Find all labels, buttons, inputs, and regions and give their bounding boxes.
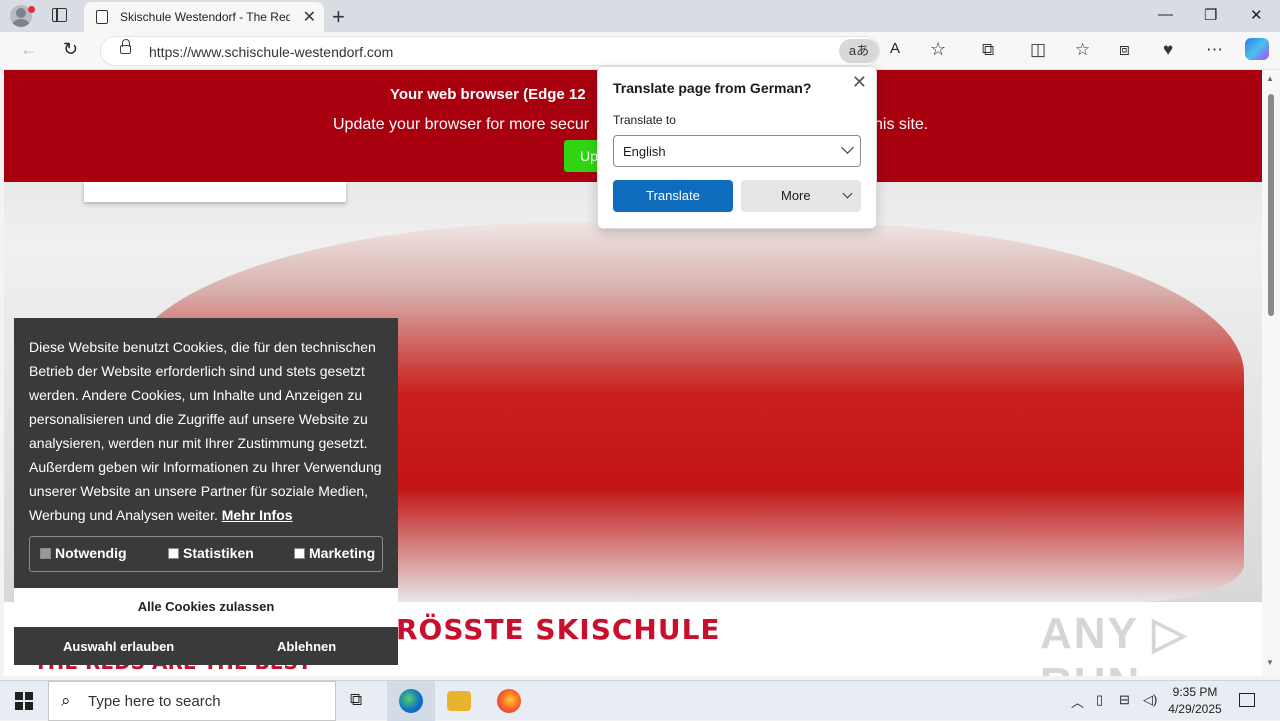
site-logo[interactable] <box>84 182 346 202</box>
copilot-icon[interactable] <box>1245 38 1269 60</box>
split-screen-icon[interactable]: ◫ <box>1030 40 1046 60</box>
task-view-icon[interactable]: ⧉ <box>350 690 362 710</box>
file-explorer-icon[interactable] <box>447 691 471 711</box>
cookie-button-row: Auswahl erlauben Ablehnen <box>14 627 398 665</box>
collections-icon[interactable]: ⧈ <box>1119 40 1130 60</box>
banner-message: Update your browser for more secur <box>333 116 590 133</box>
extensions-icon[interactable]: ⧉ <box>982 40 994 60</box>
cookie-consent-dialog: Diese Website benutzt Cookies, die für d… <box>14 318 398 588</box>
banner-message-end: his site. <box>874 116 929 133</box>
cookie-text-block: Diese Website benutzt Cookies, die für d… <box>29 335 389 527</box>
banner-title: Your web browser (Edge 12 <box>390 86 586 103</box>
tab-actions-icon[interactable] <box>52 8 67 22</box>
search-icon: ⌕ <box>61 691 71 710</box>
windows-taskbar: ⌕ Type here to search ⧉ ︿ ▯ ⊟ ◁) 9:35 PM… <box>0 680 1280 721</box>
close-window-button[interactable]: ✕ <box>1250 6 1263 24</box>
tab-strip: Skischule Westendorf - The Reds ✕ + — ❐ … <box>0 0 1280 32</box>
firefox-icon[interactable] <box>497 689 521 713</box>
option-necessary[interactable]: Notwendig <box>40 545 127 561</box>
checkbox-necessary[interactable] <box>40 548 51 559</box>
search-placeholder[interactable]: Type here to search <box>88 693 221 710</box>
checkbox-statistics[interactable] <box>168 548 179 559</box>
minimize-button[interactable]: — <box>1158 6 1173 23</box>
address-bar[interactable]: https://www.schischule-westendorf.com aあ… <box>100 36 946 66</box>
restore-button[interactable]: ❐ <box>1204 6 1217 24</box>
chevron-down-icon <box>841 141 854 154</box>
option-label: Statistiken <box>183 545 254 561</box>
translate-title: Translate page from German? <box>613 80 812 96</box>
tab-active[interactable]: Skischule Westendorf - The Reds ✕ <box>84 2 324 32</box>
chevron-down-icon <box>842 188 853 199</box>
scrollbar-thumb[interactable] <box>1268 94 1274 316</box>
system-clock[interactable]: 9:35 PM 4/29/2025 <box>1160 684 1230 718</box>
translate-button[interactable]: Translate <box>613 180 733 212</box>
scroll-down-icon[interactable]: ▼ <box>1266 658 1274 667</box>
read-aloud-icon[interactable]: A <box>890 40 900 57</box>
performance-icon[interactable]: ♥ <box>1163 40 1173 60</box>
notifications-icon[interactable] <box>1239 693 1255 707</box>
tab-title: Skischule Westendorf - The Reds <box>120 10 290 24</box>
url-text[interactable]: https://www.schischule-westendorf.com <box>149 44 393 60</box>
page-headline: RÖSSTE SKISCHULE <box>396 613 721 646</box>
favorites-icon[interactable]: ☆ <box>1075 40 1090 60</box>
tab-close-icon[interactable]: ✕ <box>303 7 316 27</box>
windows-start-icon[interactable] <box>15 692 33 710</box>
selected-language: English <box>623 144 666 159</box>
page-scrollbar[interactable]: ▲ ▼ <box>1262 70 1280 676</box>
favorite-star-icon[interactable]: ☆ <box>930 39 946 60</box>
allow-selection-button[interactable]: Auswahl erlauben <box>63 639 174 654</box>
language-select[interactable]: English <box>613 135 861 167</box>
translate-popup: Translate page from German? ✕ Translate … <box>597 66 877 229</box>
translate-icon[interactable]: aあ <box>839 39 879 63</box>
edge-icon[interactable] <box>399 689 423 713</box>
close-icon[interactable]: ✕ <box>852 72 867 93</box>
decline-button[interactable]: Ablehnen <box>277 639 336 654</box>
option-label: Notwendig <box>55 545 127 561</box>
cookie-text: Diese Website benutzt Cookies, die für d… <box>29 339 382 523</box>
new-tab-button[interactable]: + <box>332 4 345 30</box>
more-info-link[interactable]: Mehr Infos <box>222 507 293 523</box>
page-favicon-icon <box>96 10 108 24</box>
cookie-options: Notwendig Statistiken Marketing <box>29 536 383 572</box>
option-marketing[interactable]: Marketing <box>294 545 375 561</box>
more-menu-icon[interactable]: ⋯ <box>1206 40 1223 60</box>
network-icon[interactable]: ⊟ <box>1119 692 1130 708</box>
checkbox-marketing[interactable] <box>294 548 305 559</box>
more-label: More <box>781 188 811 203</box>
translate-to-label: Translate to <box>613 113 676 127</box>
option-statistics[interactable]: Statistiken <box>168 545 254 561</box>
tray-device-icon[interactable]: ▯ <box>1096 692 1103 708</box>
clock-time: 9:35 PM <box>1172 685 1218 699</box>
taskbar-search[interactable]: ⌕ Type here to search <box>48 681 336 721</box>
notification-dot <box>28 6 35 13</box>
lock-icon[interactable] <box>120 39 131 54</box>
anyrun-watermark: ANY ▷ RUN <box>1040 609 1189 676</box>
accept-all-cookies-button[interactable]: Alle Cookies zulassen <box>14 588 398 626</box>
chevron-up-icon[interactable]: ︿ <box>1071 692 1084 711</box>
clock-date: 4/29/2025 <box>1168 702 1222 716</box>
scroll-up-icon[interactable]: ▲ <box>1266 74 1274 83</box>
more-button[interactable]: More <box>741 180 861 212</box>
back-arrow-icon[interactable]: ← <box>20 39 38 60</box>
volume-icon[interactable]: ◁) <box>1143 692 1157 708</box>
option-label: Marketing <box>309 545 376 561</box>
refresh-icon[interactable]: ↻ <box>63 39 78 60</box>
